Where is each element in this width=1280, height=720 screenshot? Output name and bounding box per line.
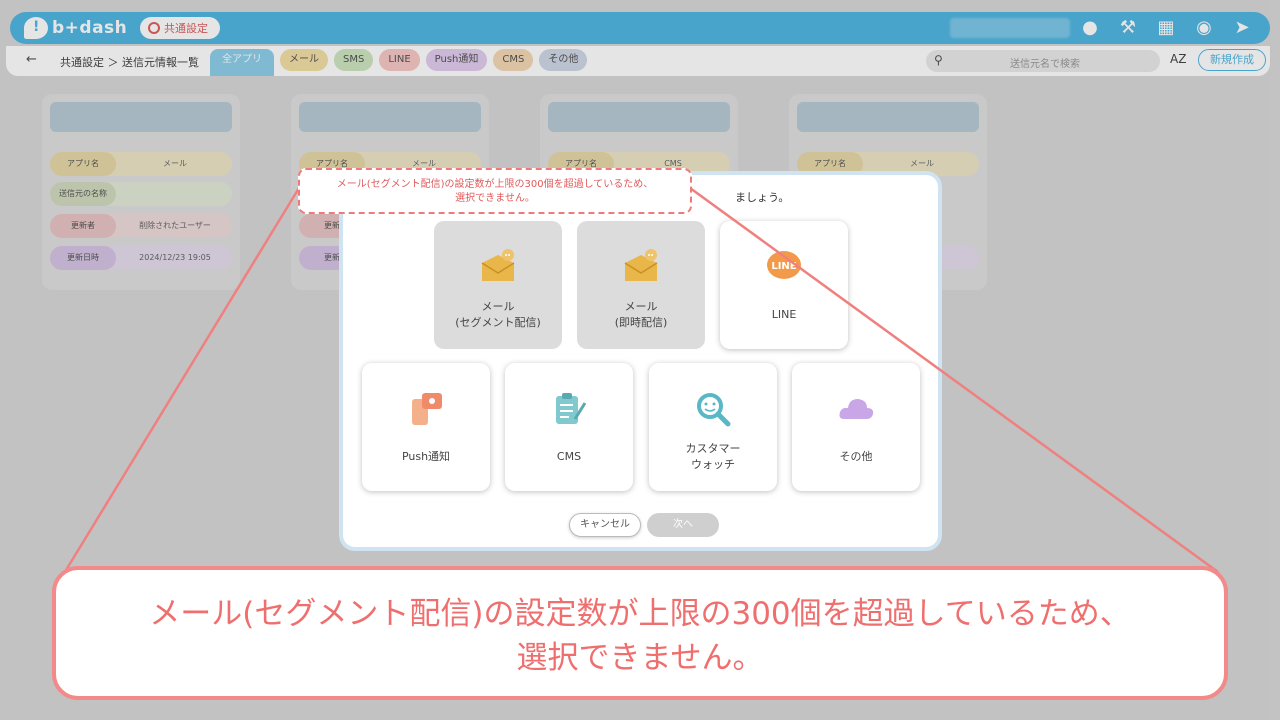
tile-label: その他 xyxy=(839,450,873,463)
tile-label: メール (セグメント配信) xyxy=(455,300,541,329)
tooltip-text: メール(セグメント配信)の設定数が上限の300個を超過しているため、 選択できま… xyxy=(336,179,654,204)
tile-cms[interactable]: CMS xyxy=(505,363,633,491)
tile-line[interactable]: LINE LINE xyxy=(720,221,848,349)
mail-instant-icon xyxy=(624,249,658,281)
app-select-modal: ましょう。 メール (セグメント配信) メール (即時配信) LINE LINE xyxy=(339,171,942,551)
tile-label: LINE xyxy=(771,308,797,321)
modal-prompt: ましょう。 xyxy=(735,191,790,204)
svg-text:LINE: LINE xyxy=(771,261,796,272)
tile-push[interactable]: Push通知 xyxy=(362,363,490,491)
annotation-callout: メール(セグメント配信)の設定数が上限の300個を超過しているため、 選択できま… xyxy=(52,566,1228,700)
tile-mail-segment: メール (セグメント配信) xyxy=(434,221,562,349)
disabled-tooltip: メール(セグメント配信)の設定数が上限の300個を超過しているため、 選択できま… xyxy=(298,168,692,214)
tile-label: Push通知 xyxy=(401,450,451,463)
tile-customer-watch[interactable]: カスタマー ウォッチ xyxy=(649,363,777,491)
mail-segment-icon xyxy=(481,249,515,281)
tile-other[interactable]: その他 xyxy=(792,363,920,491)
tile-mail-instant: メール (即時配信) xyxy=(577,221,705,349)
next-button[interactable]: 次へ xyxy=(647,513,719,537)
push-notification-icon xyxy=(412,393,442,425)
cancel-button[interactable]: キャンセル xyxy=(569,513,641,537)
magnifier-smile-icon xyxy=(697,393,731,427)
line-icon: LINE xyxy=(767,251,801,279)
tile-label: CMS xyxy=(556,450,582,463)
callout-message: メール(セグメント配信)の設定数が上限の300個を超過しているため、 選択できま… xyxy=(149,596,1131,676)
tile-label: カスタマー ウォッチ xyxy=(685,442,741,471)
cloud-icon xyxy=(839,399,874,419)
tile-label: メール (即時配信) xyxy=(614,300,668,329)
clipboard-icon xyxy=(556,393,587,424)
